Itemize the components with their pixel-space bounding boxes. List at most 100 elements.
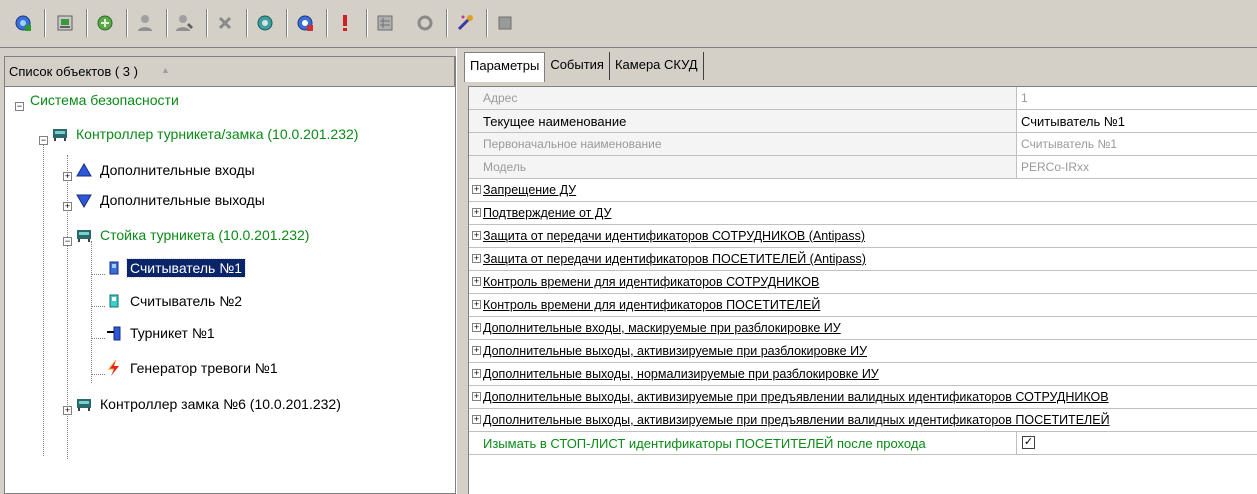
delete-button[interactable] bbox=[210, 8, 240, 38]
expand-icon[interactable]: + bbox=[472, 415, 481, 424]
connect-button[interactable] bbox=[90, 8, 120, 38]
stoplist-checkbox[interactable]: ✓ bbox=[1022, 436, 1035, 449]
expand-icon[interactable]: + bbox=[472, 369, 481, 378]
lock-controller-icon bbox=[75, 395, 93, 413]
collapse-toggle[interactable]: − bbox=[15, 102, 24, 111]
toolbar-separator bbox=[166, 9, 168, 37]
object-list-title: Список объектов ( 3 ) bbox=[9, 64, 138, 79]
add-device-button[interactable] bbox=[8, 8, 38, 38]
property-row-original-name: Первоначальное наименование Считыватель … bbox=[469, 133, 1257, 156]
tree-connector bbox=[91, 274, 105, 275]
category-row[interactable]: + Запрещение ДУ bbox=[469, 179, 1257, 202]
connect-icon bbox=[97, 15, 113, 31]
expand-icon[interactable]: + bbox=[472, 208, 481, 217]
tree-node-turnstile-stand[interactable]: Стойка турникета (10.0.201.232) bbox=[75, 225, 312, 245]
tree-node-turnstile-controller[interactable]: Контроллер турникета/замка (10.0.201.232… bbox=[51, 124, 361, 144]
tree-connector bbox=[91, 241, 92, 383]
category-row[interactable]: + Дополнительные выходы, активизируемые п… bbox=[469, 386, 1257, 409]
tree-connector bbox=[43, 140, 44, 456]
property-row-current-name[interactable]: Текущее наименование Считыватель №1 bbox=[469, 110, 1257, 133]
recycle-button[interactable] bbox=[410, 8, 440, 38]
category-row[interactable]: + Дополнительные выходы, нормализируемые … bbox=[469, 363, 1257, 386]
category-row[interactable]: + Дополнительные выходы, активизируемые п… bbox=[469, 409, 1257, 432]
object-list-header[interactable]: Список объектов ( 3 ) ▲ bbox=[5, 57, 455, 87]
tree-node-additional-inputs[interactable]: Дополнительные входы bbox=[75, 160, 258, 180]
tab-events[interactable]: События bbox=[545, 52, 610, 80]
category-label: Подтверждение от ДУ bbox=[483, 206, 612, 220]
category-row[interactable]: + Дополнительные выходы, активизируемые п… bbox=[469, 340, 1257, 363]
tree-node-additional-outputs[interactable]: Дополнительные выходы bbox=[75, 190, 268, 210]
tree-node-label: Система безопасности bbox=[30, 92, 179, 108]
category-label: Дополнительные выходы, активизируемые пр… bbox=[483, 413, 1110, 427]
tree-node-reader-2[interactable]: Считыватель №2 bbox=[105, 291, 245, 311]
expand-toggle[interactable]: + bbox=[63, 406, 72, 415]
delete-icon bbox=[218, 16, 232, 30]
alarm-button[interactable] bbox=[330, 8, 360, 38]
tree-connector bbox=[91, 374, 105, 375]
collapse-toggle[interactable]: − bbox=[39, 136, 48, 145]
update-button[interactable] bbox=[290, 8, 320, 38]
category-row[interactable]: + Дополнительные входы, маскируемые при р… bbox=[469, 317, 1257, 340]
category-label: Дополнительные выходы, активизируемые пр… bbox=[483, 344, 868, 358]
property-value: 1 bbox=[1018, 87, 1257, 109]
property-key: Текущее наименование bbox=[469, 110, 1017, 132]
tab-access-camera[interactable]: Камера СКУД bbox=[609, 52, 704, 80]
current-name-field[interactable]: Считыватель №1 bbox=[1018, 110, 1257, 132]
expand-toggle[interactable]: + bbox=[63, 202, 72, 211]
expand-icon[interactable]: + bbox=[472, 323, 481, 332]
edit-user-button[interactable] bbox=[170, 8, 200, 38]
turnstile-icon bbox=[105, 324, 123, 342]
map-button[interactable] bbox=[370, 8, 400, 38]
panel-button[interactable] bbox=[490, 8, 520, 38]
category-row[interactable]: + Подтверждение от ДУ bbox=[469, 202, 1257, 225]
tree-node-reader-1[interactable]: Считыватель №1 bbox=[105, 258, 247, 278]
category-row[interactable]: + Защита от передачи идентификаторов ПОСЕ… bbox=[469, 248, 1257, 271]
expand-toggle[interactable]: + bbox=[63, 172, 72, 181]
user-button[interactable] bbox=[130, 8, 160, 38]
configure-button[interactable] bbox=[50, 8, 80, 38]
category-row[interactable]: + Контроль времени для идентификаторов СО… bbox=[469, 271, 1257, 294]
tree-node-turnstile-1[interactable]: Турникет №1 bbox=[105, 323, 218, 343]
toolbar-separator bbox=[206, 9, 208, 37]
tab-parameters[interactable]: Параметры bbox=[464, 52, 546, 82]
expand-icon[interactable]: + bbox=[472, 392, 481, 401]
collapse-toggle[interactable]: − bbox=[63, 237, 72, 246]
category-label: Контроль времени для идентификаторов СОТ… bbox=[483, 275, 820, 289]
toolbar-separator bbox=[246, 9, 248, 37]
property-key: Изымать в СТОП-ЛИСТ идентификаторы ПОСЕТ… bbox=[469, 432, 1017, 455]
tree-node-alarm-generator-1[interactable]: Генератор тревоги №1 bbox=[105, 358, 281, 378]
expand-icon[interactable]: + bbox=[472, 300, 481, 309]
tree-node-label: Дополнительные выходы bbox=[100, 192, 265, 208]
tree-node-lock-controller-6[interactable]: Контроллер замка №6 (10.0.201.232) bbox=[75, 394, 344, 414]
category-label: Дополнительные выходы, активизируемые пр… bbox=[483, 390, 1109, 404]
category-label: Запрещение ДУ bbox=[483, 183, 577, 197]
property-row-model: Модель PERCo-IRxx bbox=[469, 156, 1257, 179]
property-row-address: Адрес 1 bbox=[469, 87, 1257, 110]
recycle-icon bbox=[417, 15, 433, 31]
tree-node-security-system[interactable]: Система безопасности bbox=[27, 90, 182, 110]
tree-node-label: Считыватель №2 bbox=[130, 293, 243, 309]
expand-icon[interactable]: + bbox=[472, 254, 481, 263]
category-label: Контроль времени для идентификаторов ПОС… bbox=[483, 298, 821, 312]
configure-icon bbox=[57, 15, 73, 31]
toolbar-separator bbox=[446, 9, 448, 37]
expand-icon[interactable]: + bbox=[472, 277, 481, 286]
category-label: Дополнительные выходы, нормализируемые п… bbox=[483, 367, 879, 381]
tab-bar: Параметры События Камера СКУД bbox=[464, 52, 704, 82]
expand-icon[interactable]: + bbox=[472, 231, 481, 240]
category-row[interactable]: + Контроль времени для идентификаторов ПО… bbox=[469, 294, 1257, 317]
tree-node-label: Генератор тревоги №1 bbox=[130, 360, 278, 376]
refresh-icon bbox=[257, 15, 273, 31]
expand-icon[interactable]: + bbox=[472, 346, 481, 355]
refresh-button[interactable] bbox=[250, 8, 280, 38]
alarm-generator-icon bbox=[105, 359, 123, 377]
add-device-icon bbox=[15, 15, 31, 31]
tree-connector bbox=[91, 306, 105, 307]
panel-splitter[interactable] bbox=[456, 48, 464, 494]
expand-icon[interactable]: + bbox=[472, 185, 481, 194]
inputs-icon bbox=[75, 161, 93, 179]
property-row-stoplist[interactable]: Изымать в СТОП-ЛИСТ идентификаторы ПОСЕТ… bbox=[469, 432, 1257, 455]
magic-wand-button[interactable] bbox=[450, 8, 480, 38]
category-row[interactable]: + Защита от передачи идентификаторов СОТР… bbox=[469, 225, 1257, 248]
magic-wand-icon bbox=[457, 15, 473, 31]
